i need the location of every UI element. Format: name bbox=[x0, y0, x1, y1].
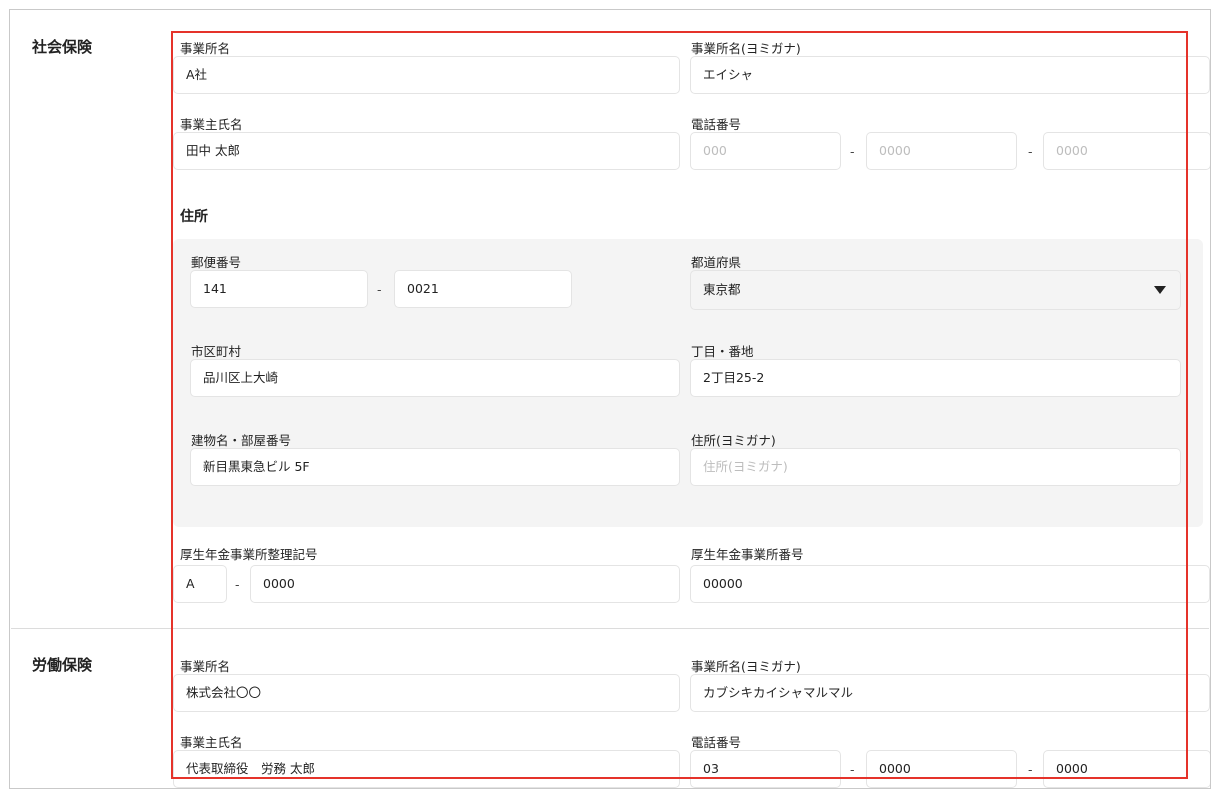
office-name-label: 事業所名 bbox=[180, 41, 231, 56]
phone-part1-input[interactable]: 000 bbox=[690, 132, 841, 170]
prefecture-value: 東京都 bbox=[703, 282, 741, 297]
labor-phone-label: 電話番号 bbox=[691, 735, 742, 750]
postal-dash: - bbox=[377, 282, 382, 297]
postal-part2-input[interactable]: 0021 bbox=[394, 270, 572, 308]
pension-office-code-part2-input[interactable]: 0000 bbox=[250, 565, 680, 603]
labor-office-name-input[interactable]: 株式会社〇〇 bbox=[173, 674, 680, 712]
city-input[interactable]: 品川区上大崎 bbox=[190, 359, 680, 397]
street-label: 丁目・番地 bbox=[691, 344, 754, 359]
city-label: 市区町村 bbox=[191, 344, 242, 359]
caret-down-icon bbox=[1154, 286, 1166, 294]
postal-part1-input[interactable]: 141 bbox=[190, 270, 368, 308]
street-input[interactable]: 2丁目25-2 bbox=[690, 359, 1181, 397]
labor-phone-part3-input[interactable]: 0000 bbox=[1043, 750, 1210, 788]
labor-phone-dash-2: - bbox=[1028, 762, 1033, 777]
pension-office-code-dash: - bbox=[235, 577, 240, 592]
pension-office-number-input[interactable]: 00000 bbox=[690, 565, 1210, 603]
phone-dash-2: - bbox=[1028, 144, 1033, 159]
owner-name-input[interactable]: 田中 太郎 bbox=[173, 132, 680, 170]
address-kana-input[interactable]: 住所(ヨミガナ) bbox=[690, 448, 1181, 486]
building-label: 建物名・部屋番号 bbox=[191, 433, 292, 448]
pension-office-code-label: 厚生年金事業所整理記号 bbox=[180, 547, 318, 562]
office-name-kana-label: 事業所名(ヨミガナ) bbox=[691, 41, 801, 56]
pension-office-code-part1-input[interactable]: A bbox=[173, 565, 227, 603]
labor-phone-part2-input[interactable]: 0000 bbox=[866, 750, 1017, 788]
address-heading: 住所 bbox=[180, 209, 208, 225]
labor-phone-dash-1: - bbox=[850, 762, 855, 777]
phone-dash-1: - bbox=[850, 144, 855, 159]
office-name-kana-input[interactable]: エイシャ bbox=[690, 56, 1210, 94]
phone-label: 電話番号 bbox=[691, 117, 742, 132]
section-title-social-insurance: 社会保険 bbox=[32, 38, 93, 56]
form-frame: 社会保険 事業所名 A社 事業所名(ヨミガナ) エイシャ 事業主氏名 田中 太郎… bbox=[9, 9, 1211, 789]
pension-office-number-label: 厚生年金事業所番号 bbox=[691, 547, 804, 562]
section-divider bbox=[11, 628, 1209, 629]
address-kana-label: 住所(ヨミガナ) bbox=[691, 433, 776, 448]
prefecture-label: 都道府県 bbox=[691, 255, 742, 270]
labor-office-name-label: 事業所名 bbox=[180, 659, 231, 674]
prefecture-select[interactable]: 東京都 bbox=[690, 270, 1181, 310]
labor-phone-part1-input[interactable]: 03 bbox=[690, 750, 841, 788]
building-input[interactable]: 新目黒東急ビル 5F bbox=[190, 448, 680, 486]
labor-office-name-kana-input[interactable]: カブシキカイシャマルマル bbox=[690, 674, 1210, 712]
phone-part2-input[interactable]: 0000 bbox=[866, 132, 1017, 170]
postal-label: 郵便番号 bbox=[191, 255, 242, 270]
labor-owner-name-label: 事業主氏名 bbox=[180, 735, 243, 750]
office-name-input[interactable]: A社 bbox=[173, 56, 680, 94]
section-title-labor-insurance: 労働保険 bbox=[32, 656, 93, 674]
labor-owner-name-input[interactable]: 代表取締役 労務 太郎 bbox=[173, 750, 680, 788]
owner-name-label: 事業主氏名 bbox=[180, 117, 243, 132]
labor-office-name-kana-label: 事業所名(ヨミガナ) bbox=[691, 659, 801, 674]
phone-part3-input[interactable]: 0000 bbox=[1043, 132, 1210, 170]
